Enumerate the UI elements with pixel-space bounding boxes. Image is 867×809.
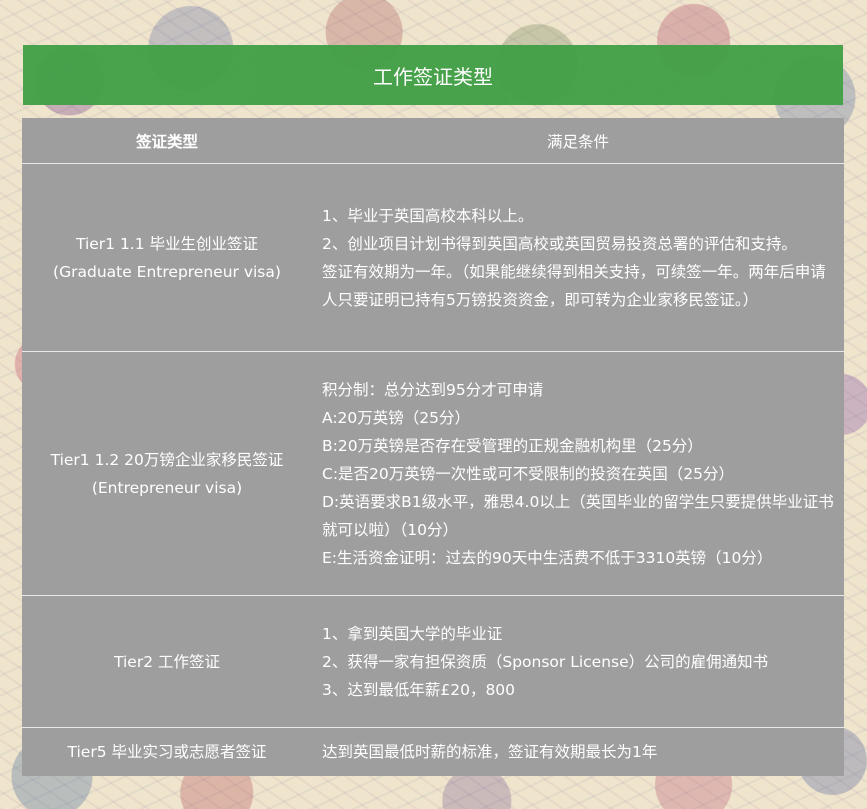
visa-type-line: Tier1 1.2 20万镑企业家移民签证 xyxy=(50,450,284,469)
condition-line: 2、创业项目计划书得到英国高校或英国贸易投资总署的评估和支持。 xyxy=(322,234,797,253)
page-title: 工作签证类型 xyxy=(23,45,843,105)
visa-type-line: (Graduate Entrepreneur visa) xyxy=(53,262,281,281)
table-row: Tier5 毕业实习或志愿者签证 达到英国最低时薪的标准，签证有效期最长为1年 xyxy=(22,727,844,776)
visa-type-cell: Tier1 1.2 20万镑企业家移民签证 (Entrepreneur visa… xyxy=(22,351,312,596)
condition-line: 1、拿到英国大学的毕业证 xyxy=(322,624,503,643)
visa-type-line: Tier5 毕业实习或志愿者签证 xyxy=(67,742,267,761)
condition-line: B:20万英镑是否存在受管理的正规金融机构里（25分） xyxy=(322,436,703,455)
conditions-cell: 1、拿到英国大学的毕业证 2、获得一家有担保资质（Sponsor License… xyxy=(312,595,844,728)
visa-type-line: Tier2 工作签证 xyxy=(114,652,220,671)
condition-line: 1、毕业于英国高校本科以上。 xyxy=(322,206,534,225)
page-title-text: 工作签证类型 xyxy=(373,64,493,89)
conditions-cell: 1、毕业于英国高校本科以上。 2、创业项目计划书得到英国高校或英国贸易投资总署的… xyxy=(312,163,844,352)
condition-line: A:20万英镑（25分） xyxy=(322,408,470,427)
condition-line: C:是否20万英镑一次性或可不受限制的投资在英国（25分） xyxy=(322,464,734,483)
condition-line: E:生活资金证明：过去的90天中生活费不低于3310英镑（10分） xyxy=(322,548,773,567)
condition-line: 3、达到最低年薪£20，800 xyxy=(322,680,516,699)
table-row: Tier2 工作签证 1、拿到英国大学的毕业证 2、获得一家有担保资质（Spon… xyxy=(22,595,844,728)
table-row: Tier1 1.1 毕业生创业签证 (Graduate Entrepreneur… xyxy=(22,163,844,352)
table-row: Tier1 1.2 20万镑企业家移民签证 (Entrepreneur visa… xyxy=(22,351,844,596)
header-visa-type: 签证类型 xyxy=(22,118,312,164)
visa-type-cell: Tier5 毕业实习或志愿者签证 xyxy=(22,727,312,776)
conditions-cell: 积分制：总分达到95分才可申请 A:20万英镑（25分） B:20万英镑是否存在… xyxy=(312,351,844,596)
visa-type-line: (Entrepreneur visa) xyxy=(91,478,243,497)
visa-type-line: Tier1 1.1 毕业生创业签证 xyxy=(75,234,259,253)
table-header-row: 签证类型 满足条件 xyxy=(22,118,844,164)
visa-types-table: 签证类型 满足条件 Tier1 1.1 毕业生创业签证 (Graduate En… xyxy=(22,118,844,776)
visa-type-cell: Tier1 1.1 毕业生创业签证 (Graduate Entrepreneur… xyxy=(22,163,312,352)
condition-line: 达到英国最低时薪的标准，签证有效期最长为1年 xyxy=(322,742,658,761)
conditions-cell: 达到英国最低时薪的标准，签证有效期最长为1年 xyxy=(312,727,844,776)
header-conditions: 满足条件 xyxy=(312,118,844,164)
condition-line: D:英语要求B1级水平，雅思4.0以上（英国毕业的留学生只要提供毕业证书就可以啦… xyxy=(322,492,834,539)
condition-line: 积分制：总分达到95分才可申请 xyxy=(322,380,544,399)
visa-type-cell: Tier2 工作签证 xyxy=(22,595,312,728)
condition-line: 签证有效期为一年。（如果能继续得到相关支持，可续签一年。两年后申请人只要证明已持… xyxy=(322,262,826,309)
condition-line: 2、获得一家有担保资质（Sponsor License）公司的雇佣通知书 xyxy=(322,652,769,671)
